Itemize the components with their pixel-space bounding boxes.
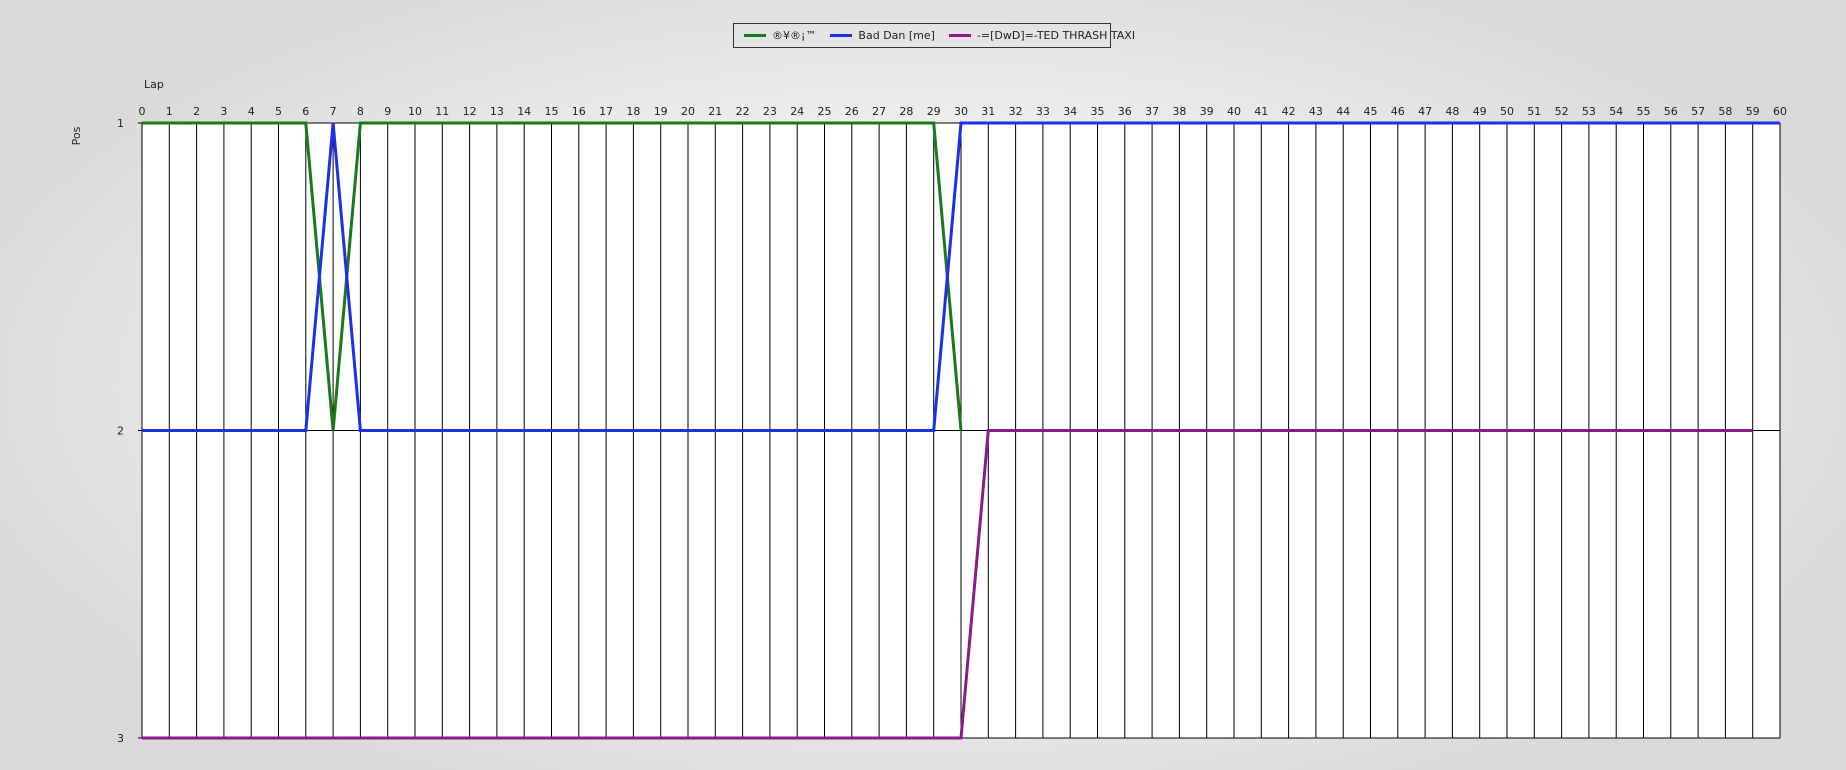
x-tick-label-33: 33 bbox=[1036, 105, 1050, 118]
x-tick-label-19: 19 bbox=[654, 105, 668, 118]
x-tick-label-34: 34 bbox=[1063, 105, 1077, 118]
lap-position-chart: 0 1 2 3 4 5 6 7 8 9 10 11 12 13 14 15 16 17 18 19 20 21 22 23 24… bbox=[70, 78, 1788, 745]
x-tick-labels: 0 1 2 3 4 5 6 7 8 9 10 11 12 13 14 15 16 17 18 19 20 21 22 23 24… bbox=[139, 105, 1788, 118]
x-tick-label-50: 50 bbox=[1500, 105, 1514, 118]
x-tick-label-8: 8 bbox=[357, 105, 364, 118]
x-tick-label-46: 46 bbox=[1391, 105, 1405, 118]
x-tick-label-58: 58 bbox=[1718, 105, 1732, 118]
x-tick-label-7: 7 bbox=[330, 105, 337, 118]
y-tick-label-2: 2 bbox=[117, 425, 124, 438]
x-tick-label-32: 32 bbox=[1009, 105, 1023, 118]
x-tick-label-43: 43 bbox=[1309, 105, 1323, 118]
x-tick-label-44: 44 bbox=[1336, 105, 1350, 118]
x-tick-label-1: 1 bbox=[166, 105, 173, 118]
x-tick-label-17: 17 bbox=[599, 105, 613, 118]
x-tick-label-49: 49 bbox=[1473, 105, 1487, 118]
x-tick-label-18: 18 bbox=[626, 105, 640, 118]
x-tick-label-25: 25 bbox=[818, 105, 832, 118]
x-tick-label-51: 51 bbox=[1527, 105, 1541, 118]
x-tick-label-39: 39 bbox=[1200, 105, 1214, 118]
x-tick-label-53: 53 bbox=[1582, 105, 1596, 118]
x-tick-label-56: 56 bbox=[1664, 105, 1678, 118]
x-tick-label-3: 3 bbox=[220, 105, 227, 118]
x-tick-label-11: 11 bbox=[435, 105, 449, 118]
x-tick-label-55: 55 bbox=[1637, 105, 1651, 118]
x-tick-label-10: 10 bbox=[408, 105, 422, 118]
x-tick-label-31: 31 bbox=[981, 105, 995, 118]
x-tick-label-27: 27 bbox=[872, 105, 886, 118]
x-tick-label-54: 54 bbox=[1609, 105, 1623, 118]
x-axis-label: Lap bbox=[144, 78, 164, 91]
x-tick-label-4: 4 bbox=[248, 105, 255, 118]
x-tick-label-37: 37 bbox=[1145, 105, 1159, 118]
x-tick-label-47: 47 bbox=[1418, 105, 1432, 118]
x-tick-label-0: 0 bbox=[139, 105, 146, 118]
x-tick-label-28: 28 bbox=[899, 105, 913, 118]
x-tick-label-57: 57 bbox=[1691, 105, 1705, 118]
x-tick-label-9: 9 bbox=[384, 105, 391, 118]
x-tick-label-38: 38 bbox=[1172, 105, 1186, 118]
x-tick-label-26: 26 bbox=[845, 105, 859, 118]
y-tick-label-3: 3 bbox=[117, 732, 124, 745]
y-tick-label-1: 1 bbox=[117, 117, 124, 130]
x-tick-label-23: 23 bbox=[763, 105, 777, 118]
x-tick-label-41: 41 bbox=[1254, 105, 1268, 118]
x-tick-label-35: 35 bbox=[1091, 105, 1105, 118]
x-tick-label-36: 36 bbox=[1118, 105, 1132, 118]
x-tick-label-42: 42 bbox=[1282, 105, 1296, 118]
x-tick-label-60: 60 bbox=[1773, 105, 1787, 118]
x-tick-label-24: 24 bbox=[790, 105, 804, 118]
x-tick-label-16: 16 bbox=[572, 105, 586, 118]
y-tick-labels: 1 2 3 bbox=[117, 117, 124, 745]
x-tick-label-52: 52 bbox=[1555, 105, 1569, 118]
x-tick-label-29: 29 bbox=[927, 105, 941, 118]
x-tick-label-6: 6 bbox=[302, 105, 309, 118]
x-tick-label-45: 45 bbox=[1364, 105, 1378, 118]
x-tick-label-20: 20 bbox=[681, 105, 695, 118]
x-tick-label-59: 59 bbox=[1746, 105, 1760, 118]
x-tick-label-5: 5 bbox=[275, 105, 282, 118]
x-tick-label-40: 40 bbox=[1227, 105, 1241, 118]
x-tick-label-14: 14 bbox=[517, 105, 531, 118]
x-tick-label-12: 12 bbox=[463, 105, 477, 118]
x-tick-label-13: 13 bbox=[490, 105, 504, 118]
x-tick-label-48: 48 bbox=[1445, 105, 1459, 118]
x-tick-label-21: 21 bbox=[708, 105, 722, 118]
x-tick-label-22: 22 bbox=[736, 105, 750, 118]
x-tick-label-2: 2 bbox=[193, 105, 200, 118]
x-tick-label-15: 15 bbox=[545, 105, 559, 118]
y-axis-label: Pos bbox=[70, 126, 83, 145]
x-tick-label-30: 30 bbox=[954, 105, 968, 118]
